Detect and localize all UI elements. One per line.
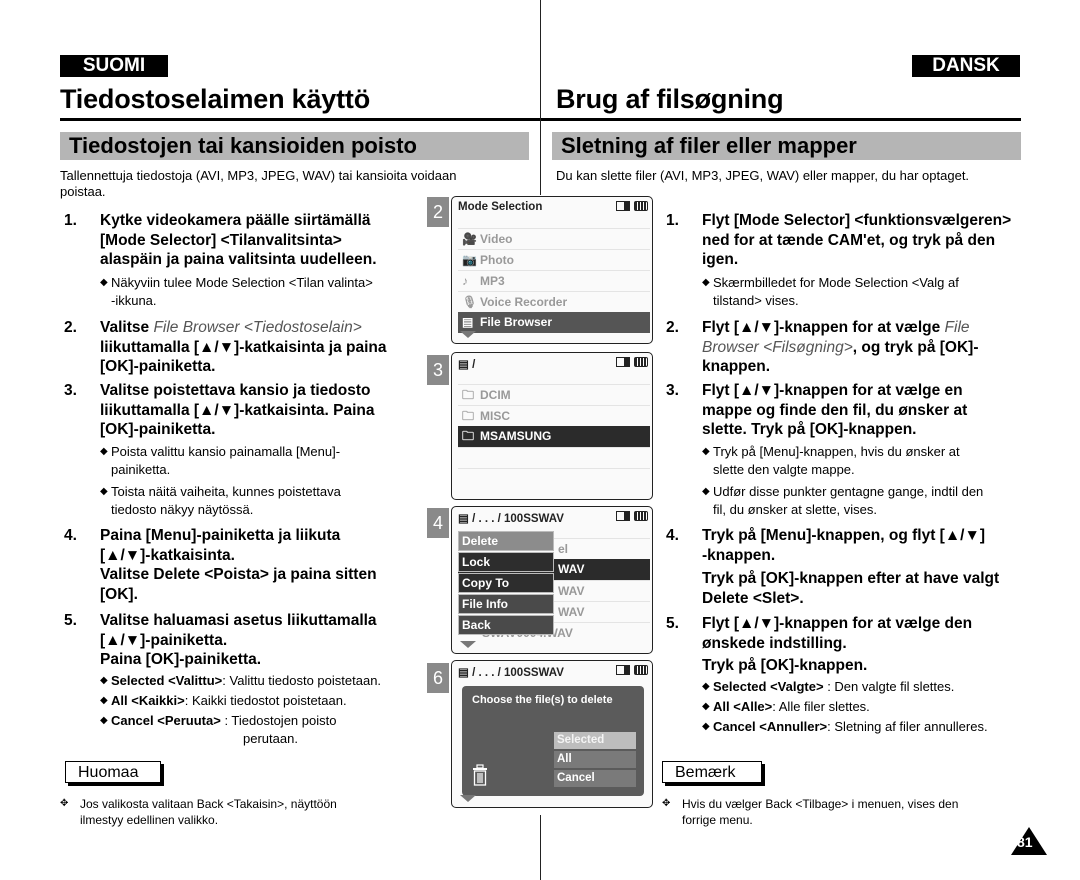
folder-path: / . . . / 100SSWAV bbox=[472, 667, 564, 679]
menu-item-copy-to[interactable]: Copy To bbox=[458, 573, 554, 593]
intro-text-fi: Tallennettuja tiedostoja (AVI, MP3, JPEG… bbox=[60, 168, 457, 199]
note-bullet-icon: ✥ bbox=[60, 798, 69, 809]
battery-icon bbox=[634, 356, 648, 367]
language-tag-dansk: DANSK bbox=[912, 55, 1020, 77]
folder-item-dcim[interactable]: 🗀 DCIM bbox=[458, 384, 650, 405]
empty-row bbox=[458, 447, 650, 468]
note-label-fi: Huomaa bbox=[65, 761, 161, 783]
menu-item-photo[interactable]: 📷 Photo bbox=[458, 249, 650, 270]
empty-row bbox=[458, 468, 650, 489]
page-divider bbox=[540, 0, 541, 195]
screen-folder-list: ▤ / 🗀 DCIM 🗀 MISC 🗀 MSAMSUNG bbox=[451, 352, 653, 500]
context-menu: Delete Lock Copy To File Info Back bbox=[458, 531, 554, 636]
intro-text-da: Du kan slette filer (AVI, MP3, JPEG, WAV… bbox=[556, 168, 970, 183]
document-icon: ▤ bbox=[458, 667, 473, 679]
memory-icon bbox=[616, 200, 630, 211]
menu-item-file-browser[interactable]: ▤ File Browser bbox=[458, 312, 650, 333]
folder-icon: 🗀 bbox=[462, 409, 475, 423]
memory-icon bbox=[616, 664, 630, 675]
delete-dialog: Choose the file(s) to delete Selected Al… bbox=[462, 686, 644, 796]
language-tag-suomi: SUOMI bbox=[60, 55, 168, 77]
menu-item-file-info[interactable]: File Info bbox=[458, 594, 554, 614]
memory-icon bbox=[616, 356, 630, 367]
option-cancel[interactable]: Cancel bbox=[554, 770, 636, 787]
folder-icon: 🗀 bbox=[462, 388, 475, 402]
music-note-icon: ♪ bbox=[462, 274, 468, 288]
menu-item-mp3[interactable]: ♪ MP3 bbox=[458, 270, 650, 291]
status-icons bbox=[616, 200, 648, 211]
title-rule bbox=[60, 118, 540, 121]
folder-item-msamsung[interactable]: 🗀 MSAMSUNG bbox=[458, 426, 650, 447]
menu-item-voice-recorder[interactable]: 🎙 Voice Recorder bbox=[458, 291, 650, 312]
video-camera-icon: 🎥 bbox=[462, 232, 477, 246]
page-divider-bottom bbox=[540, 815, 541, 880]
note-label-da: Bemærk bbox=[662, 761, 762, 783]
dialog-message: Choose the file(s) to delete bbox=[472, 694, 613, 706]
folder-icon: 🗀 bbox=[462, 429, 475, 443]
menu-item-video[interactable]: 🎥 Video bbox=[458, 228, 650, 249]
option-selected[interactable]: Selected bbox=[554, 732, 636, 749]
section-heading-da: Sletning af filer eller mapper bbox=[552, 132, 1021, 160]
memory-icon bbox=[616, 510, 630, 521]
trash-icon bbox=[473, 764, 487, 786]
screen-badge-6: 6 bbox=[427, 663, 449, 693]
scroll-down-icon[interactable] bbox=[460, 795, 476, 802]
menu-item-back[interactable]: Back bbox=[458, 615, 554, 635]
screen-file-menu: ▤ / . . . / 100SSWAV el WAV WAV WAV SWAV… bbox=[451, 506, 653, 654]
title-rule bbox=[541, 118, 1021, 121]
option-all[interactable]: All bbox=[554, 751, 636, 768]
document-icon: ▤ bbox=[462, 315, 474, 329]
scroll-down-icon[interactable] bbox=[460, 331, 476, 338]
menu-item-lock[interactable]: Lock bbox=[458, 552, 554, 572]
screen-badge-3: 3 bbox=[427, 355, 449, 385]
section-heading-fi: Tiedostojen tai kansioiden poisto bbox=[60, 132, 529, 160]
screen-delete-dialog: ▤ / . . . / 100SSWAV Choose the file(s) … bbox=[451, 660, 653, 808]
page-title-da: Brug af filsøgning bbox=[556, 84, 784, 114]
screen-badge-2: 2 bbox=[427, 197, 449, 227]
camera-icon: 📷 bbox=[462, 253, 477, 267]
folder-path: / . . . / 100SSWAV bbox=[472, 513, 564, 525]
page-number: 81 bbox=[1017, 834, 1033, 850]
microphone-icon: 🎙 bbox=[462, 295, 478, 309]
battery-icon bbox=[634, 510, 648, 521]
menu-item-delete[interactable]: Delete bbox=[458, 531, 554, 551]
screen-mode-selection: Mode Selection 🎥 Video 📷 Photo ♪ MP3 🎙 Voice… bbox=[451, 196, 653, 344]
folder-item-misc[interactable]: 🗀 MISC bbox=[458, 405, 650, 426]
scroll-down-icon[interactable] bbox=[460, 641, 476, 648]
screen-badge-4: 4 bbox=[427, 508, 449, 538]
document-icon: ▤ bbox=[458, 513, 473, 525]
battery-icon bbox=[634, 664, 648, 675]
document-icon: ▤ bbox=[458, 359, 473, 371]
folder-path: / bbox=[472, 359, 476, 371]
page-title-fi: Tiedostoselaimen käyttö bbox=[60, 84, 371, 114]
note-bullet-icon: ✥ bbox=[662, 798, 671, 809]
battery-icon bbox=[634, 200, 648, 211]
